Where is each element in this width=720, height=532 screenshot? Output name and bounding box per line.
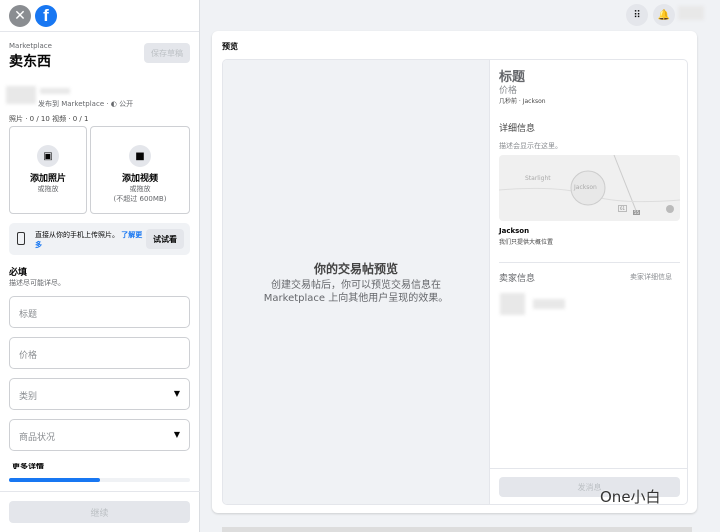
progress-fill xyxy=(9,478,100,482)
category-select[interactable]: 类别 ▼ xyxy=(9,378,190,410)
add-video-sub: 或拖放 xyxy=(129,185,151,193)
progress-bar xyxy=(9,478,190,482)
add-photo-icon: ▣ xyxy=(37,145,59,167)
watermark: One小白 xyxy=(600,488,661,506)
add-video-icon: ■ xyxy=(129,145,151,167)
seller-avatar xyxy=(500,293,525,315)
user-name xyxy=(40,88,70,94)
condition-select[interactable]: 商品状况 ▼ xyxy=(9,419,190,451)
add-video-label: 添加视频 xyxy=(121,174,158,184)
seller-heading: 卖家信息 xyxy=(499,274,536,284)
save-draft-button[interactable]: 保存草稿 xyxy=(144,43,190,63)
price-input[interactable]: 价格 xyxy=(9,337,190,369)
map-label-starlight: Starlight xyxy=(525,175,551,182)
preview-empty-title: 你的交易帖预览 xyxy=(313,262,398,276)
add-photo-button[interactable]: ▣ 添加照片 或拖放 xyxy=(9,126,87,214)
map-info-icon[interactable] xyxy=(666,205,674,213)
preview-frame: 你的交易帖预览 创建交易帖后，你可以预览交易信息在 Marketplace 上向… xyxy=(222,59,688,505)
listing-meta: 几秒前 · Jackson xyxy=(499,98,546,105)
notifications-bell-icon[interactable]: 🔔 xyxy=(653,4,675,26)
location-name: Jackson xyxy=(499,227,530,235)
phone-upload-banner: 直接从你的手机上传照片。 了解更多 试试看 xyxy=(9,223,190,255)
page-title: 卖东西 xyxy=(9,54,51,70)
map[interactable]: Starlight Jackson 61 55 xyxy=(499,155,680,221)
profile-avatar[interactable] xyxy=(678,6,704,20)
preview-empty-area: 你的交易帖预览 创建交易帖后，你可以预览交易信息在 Marketplace 上向… xyxy=(223,60,489,504)
facebook-logo-icon[interactable]: f xyxy=(35,4,57,27)
add-photo-sub: 或拖放 xyxy=(37,185,59,193)
preview-label: 预览 xyxy=(222,42,238,51)
location-note: 我们只提供大概位置 xyxy=(499,239,554,246)
listing-price: 价格 xyxy=(499,86,518,96)
seller-name xyxy=(533,299,565,309)
avatar xyxy=(6,86,36,104)
map-route-shield: 61 xyxy=(618,205,628,212)
breadcrumb: Marketplace xyxy=(9,42,52,50)
continue-button[interactable]: 继续 xyxy=(9,501,190,523)
phone-icon xyxy=(17,232,25,245)
seller-details-link[interactable]: 卖家详细信息 xyxy=(630,272,672,282)
chevron-down-icon: ▼ xyxy=(173,430,180,439)
phone-upload-text: 直接从你的手机上传照片。 xyxy=(35,231,119,239)
menu-grid-icon[interactable]: ⠿ xyxy=(626,4,648,26)
details-placeholder: 描述会显示在这里。 xyxy=(499,142,562,150)
more-details-heading: 更多详情 xyxy=(12,463,44,469)
map-route-shield: 55 xyxy=(633,210,641,215)
chevron-down-icon: ▼ xyxy=(173,389,180,398)
top-bar: ✕ f xyxy=(0,0,199,32)
horizontal-scrollbar[interactable] xyxy=(222,527,692,532)
preview-empty-desc: 创建交易帖后，你可以预览交易信息在 Marketplace 上向其他用户呈现的效… xyxy=(263,280,449,304)
required-heading: 必填 xyxy=(9,268,28,278)
add-photo-label: 添加照片 xyxy=(29,174,66,184)
close-icon[interactable]: ✕ xyxy=(9,4,31,27)
media-count: 照片 · 0 / 10 视频 · 0 / 1 xyxy=(9,115,89,123)
try-it-button[interactable]: 试试看 xyxy=(146,229,184,249)
add-video-limit: (不超过 600MB) xyxy=(113,195,167,203)
add-video-button[interactable]: ■ 添加视频 或拖放 (不超过 600MB) xyxy=(90,126,190,214)
preview-details: 标题 价格 几秒前 · Jackson 详细信息 描述会显示在这里。 Starl… xyxy=(489,60,687,504)
left-panel: ✕ f Marketplace 卖东西 保存草稿 发布到 Marketplace… xyxy=(0,0,200,532)
required-sub: 描述尽可能详尽。 xyxy=(9,279,65,287)
title-input[interactable]: 标题 xyxy=(9,296,190,328)
preview-card: 预览 你的交易帖预览 创建交易帖后，你可以预览交易信息在 Marketplace… xyxy=(212,31,697,513)
map-label-jackson: Jackson xyxy=(574,184,597,191)
details-heading: 详细信息 xyxy=(499,124,536,134)
publish-info: 发布到 Marketplace · ◐ 公开 xyxy=(38,100,134,108)
